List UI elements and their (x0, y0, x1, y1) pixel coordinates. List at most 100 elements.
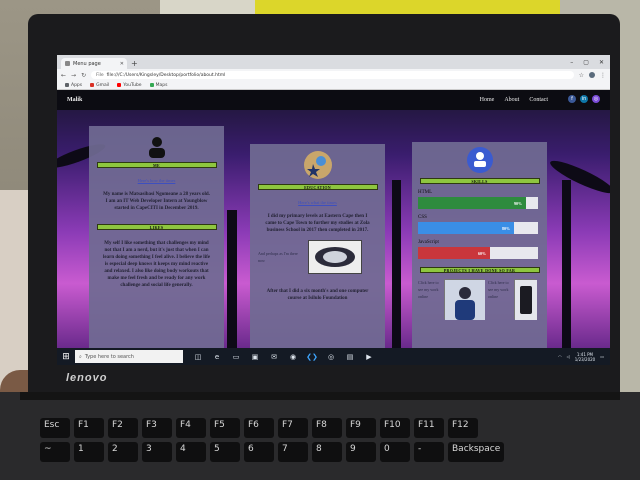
keyboard-key[interactable]: Backspace (448, 442, 505, 462)
keyboard-number-row: ~1 2 3 4 5 6 7 8 9 0- Backspace (40, 442, 640, 462)
keyboard-key[interactable]: F4 (176, 418, 206, 438)
media-icon[interactable]: ▶ (364, 352, 374, 362)
keyboard: Esc F1 F2 F3 F4 F5 F6 F7 F8 F9 F10 F11 F12 ~1 2 3 4 5 6 7 8… (40, 418, 640, 466)
tab-close-icon[interactable]: ✕ (120, 61, 124, 67)
taskbar-search-input[interactable]: ⌕ Type here to search (75, 350, 183, 363)
facebook-icon[interactable]: f (568, 95, 576, 103)
me-link[interactable]: Here's how the times (89, 178, 224, 183)
keyboard-key[interactable]: F3 (142, 418, 172, 438)
project-thumbnail-device[interactable] (514, 279, 537, 320)
instagram-icon[interactable]: ◎ (592, 95, 600, 103)
keyboard-key[interactable]: 4 (176, 442, 206, 462)
search-placeholder: Type here to search (84, 353, 134, 360)
keyboard-key[interactable]: - (414, 442, 444, 462)
keyboard-key[interactable]: F7 (278, 418, 308, 438)
keyboard-key[interactable]: 6 (244, 442, 274, 462)
skill-label: JavaScript (418, 240, 439, 245)
keyboard-key[interactable]: F2 (108, 418, 138, 438)
keyboard-key[interactable]: F11 (414, 418, 444, 438)
bookmark-item[interactable]: YouTube (117, 83, 142, 88)
skill-progress-bar: 80% (418, 222, 538, 234)
keyboard-key[interactable]: F6 (244, 418, 274, 438)
keyboard-key[interactable]: 9 (346, 442, 376, 462)
site-logo[interactable]: Malik (67, 97, 82, 103)
keyboard-key[interactable]: ~ (40, 442, 70, 462)
keyboard-key[interactable]: Esc (40, 418, 70, 438)
likes-paragraph: My self I like something that challenges… (103, 241, 210, 288)
skills-card: SKILLS HTML 90% CSS 80% JavaScript 60% PROJEC… (412, 142, 547, 348)
browser-tab[interactable]: Menu page ✕ (61, 58, 127, 69)
projects-gallery: Click here to see my work online Click h… (418, 279, 547, 320)
user-icon (146, 136, 168, 158)
bookmark-icon (149, 83, 154, 87)
bookmark-item[interactable]: Gmail (90, 83, 109, 88)
page-icon (65, 61, 70, 66)
clock[interactable]: 1:41 PM 1/23/2020 (575, 352, 596, 362)
task-view-icon[interactable]: ◫ (193, 352, 203, 362)
volume-icon[interactable]: ◁ (567, 354, 570, 359)
nav-contact-link[interactable]: Contact (529, 97, 548, 103)
windows-start-icon[interactable]: ⊞ (57, 348, 75, 365)
bookmark-icon (90, 83, 95, 87)
keyboard-key[interactable]: 7 (278, 442, 308, 462)
mail-icon[interactable]: ✉ (269, 352, 279, 362)
address-bar[interactable]: File file:///C:/Users/Kingsley/Desktop/p… (91, 71, 574, 79)
skills-icon (466, 146, 494, 174)
project-thumbnail-person[interactable] (444, 279, 485, 320)
keyboard-key[interactable]: F5 (210, 418, 240, 438)
minimize-button[interactable]: – (570, 59, 573, 66)
nav-home-link[interactable]: Home (480, 97, 495, 103)
profile-avatar[interactable] (589, 72, 595, 78)
skills-title-bar: SKILLS (419, 178, 540, 184)
vscode-icon[interactable]: ❮❯ (306, 352, 318, 362)
forward-icon[interactable]: → (71, 72, 76, 79)
new-tab-button[interactable]: + (131, 59, 138, 69)
bookmark-item[interactable]: Maps (149, 83, 167, 88)
notifications-icon[interactable]: ▭ (600, 354, 604, 359)
keyboard-key[interactable]: F8 (312, 418, 342, 438)
keyboard-key[interactable]: 3 (142, 442, 172, 462)
skill-progress-fill: 60% (418, 247, 490, 259)
keyboard-key[interactable]: F12 (448, 418, 478, 438)
site-navbar: Malik Home About Contact (57, 90, 610, 110)
bookmark-item[interactable]: Apps (65, 83, 82, 88)
back-icon[interactable]: ← (61, 72, 66, 79)
keyboard-key[interactable]: F10 (380, 418, 410, 438)
me-paragraph: My name is Matsasibasi Ngomeane a 28 yea… (103, 192, 210, 211)
close-button[interactable]: ✕ (599, 59, 604, 66)
bookmark-label: Gmail (96, 82, 110, 88)
education-link[interactable]: Here's what the times (250, 200, 385, 205)
education-paragraph: I did my primary levels at Eastern Cape … (265, 214, 370, 233)
star-icon[interactable]: ☆ (579, 72, 584, 79)
chrome-icon[interactable]: ◎ (326, 352, 336, 362)
education-small-text: And perhaps as I'm there now (258, 251, 298, 263)
laptop-screen: Menu page ✕ + – ▢ ✕ ← → ↻ File file:///C… (57, 55, 610, 365)
wifi-icon[interactable]: ◠ (558, 354, 562, 359)
keyboard-key[interactable]: F9 (346, 418, 376, 438)
keyboard-key[interactable]: 8 (312, 442, 342, 462)
keyboard-key[interactable]: 2 (108, 442, 138, 462)
maximize-button[interactable]: ▢ (583, 59, 589, 66)
keyboard-key[interactable]: F1 (74, 418, 104, 438)
windows-taskbar: ⊞ ⌕ Type here to search ◫ e ▭ ▣ ✉ ◉ ❮❯ ◎… (57, 348, 610, 365)
palm-trunk (562, 180, 571, 348)
window-controls: – ▢ ✕ (570, 59, 610, 66)
store-icon[interactable]: ▣ (250, 352, 260, 362)
keyboard-key[interactable]: 5 (210, 442, 240, 462)
app-icon[interactable]: ▤ (345, 352, 355, 362)
keyboard-key[interactable]: 0 (380, 442, 410, 462)
skill-label: HTML (418, 190, 433, 195)
nav-about-link[interactable]: About (504, 97, 519, 103)
education-icon (303, 150, 333, 180)
projects-title-bar: PROJECTS I HAVE DONE SO FAR (419, 267, 540, 273)
keyboard-key[interactable]: 1 (74, 442, 104, 462)
file-explorer-icon[interactable]: ▭ (231, 352, 241, 362)
camera-icon[interactable]: ◉ (288, 352, 298, 362)
tab-title: Menu page (73, 60, 101, 67)
skill-progress-fill: 90% (418, 197, 526, 209)
edge-icon[interactable]: e (212, 352, 222, 362)
menu-icon[interactable]: ⋮ (600, 72, 606, 79)
reload-icon[interactable]: ↻ (81, 72, 86, 79)
linkedin-icon[interactable]: in (580, 95, 588, 103)
url-scheme-label: File (96, 72, 104, 78)
